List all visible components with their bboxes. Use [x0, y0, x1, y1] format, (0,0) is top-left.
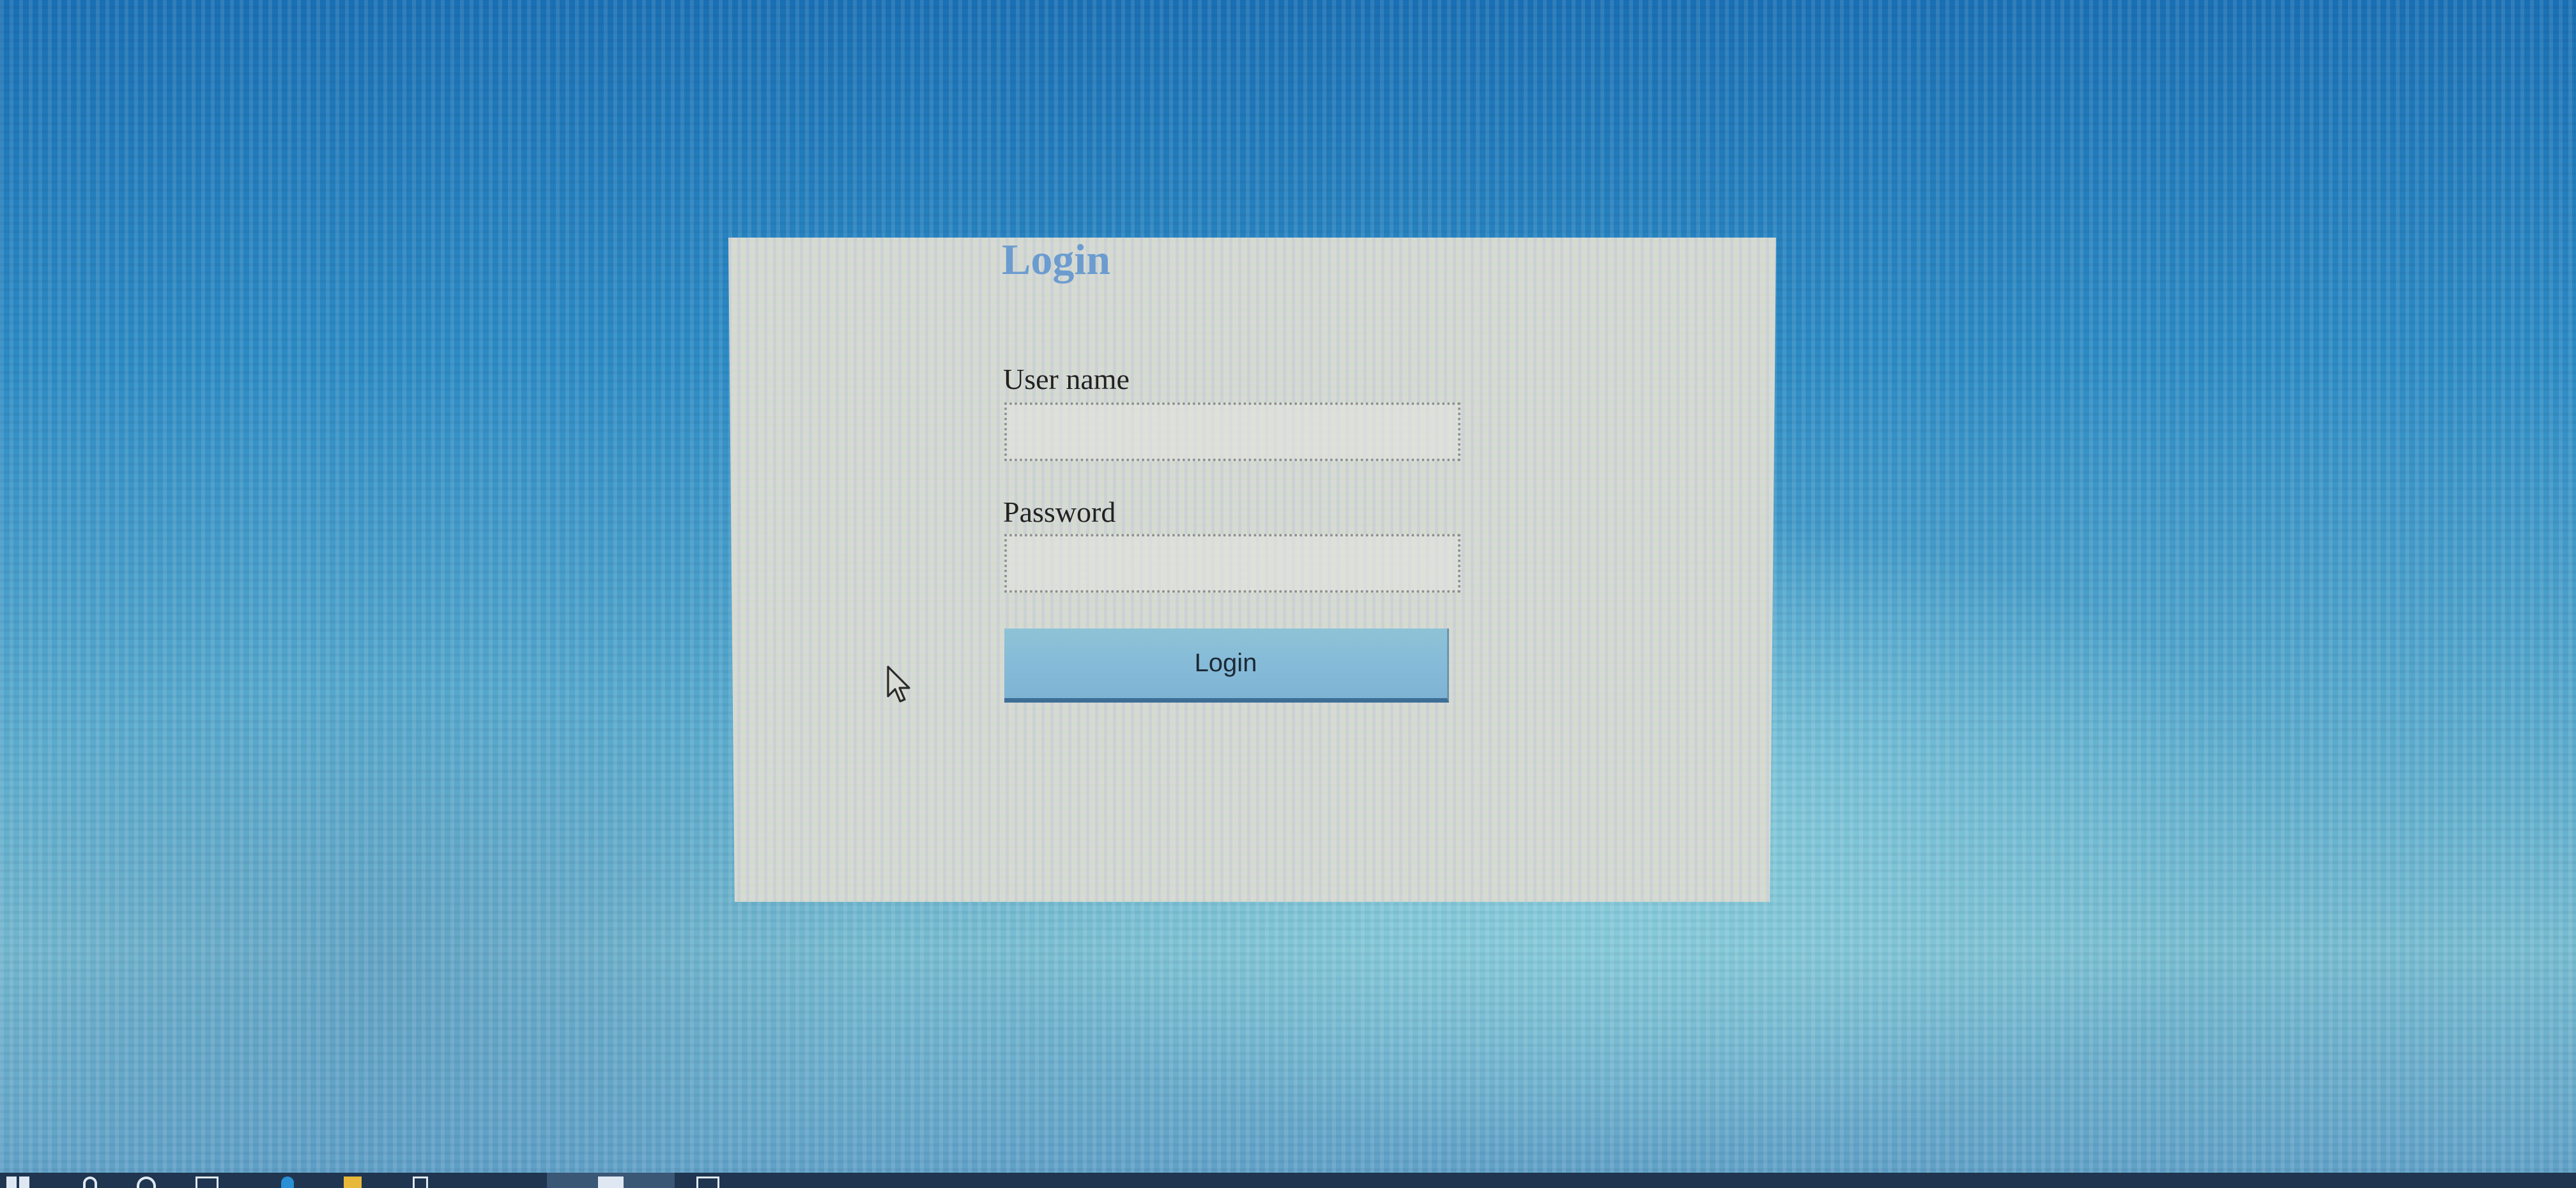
login-button[interactable]: Login — [1004, 628, 1449, 703]
password-label: Password — [1003, 496, 1116, 528]
page-title: Login — [1002, 235, 1111, 284]
username-input[interactable] — [1004, 402, 1460, 461]
app-icon[interactable] — [413, 1177, 428, 1188]
search-icon[interactable] — [83, 1177, 97, 1188]
active-app-icon[interactable] — [598, 1177, 624, 1188]
edge-icon[interactable] — [281, 1177, 294, 1188]
taskbar — [0, 1173, 2576, 1188]
username-label: User name — [1003, 363, 1130, 395]
file-explorer-icon[interactable] — [344, 1177, 362, 1188]
start-icon[interactable] — [6, 1177, 29, 1188]
app-icon[interactable] — [696, 1177, 719, 1188]
task-view-icon[interactable] — [195, 1177, 218, 1188]
password-input[interactable] — [1004, 534, 1460, 593]
mouse-pointer-icon — [887, 666, 910, 703]
